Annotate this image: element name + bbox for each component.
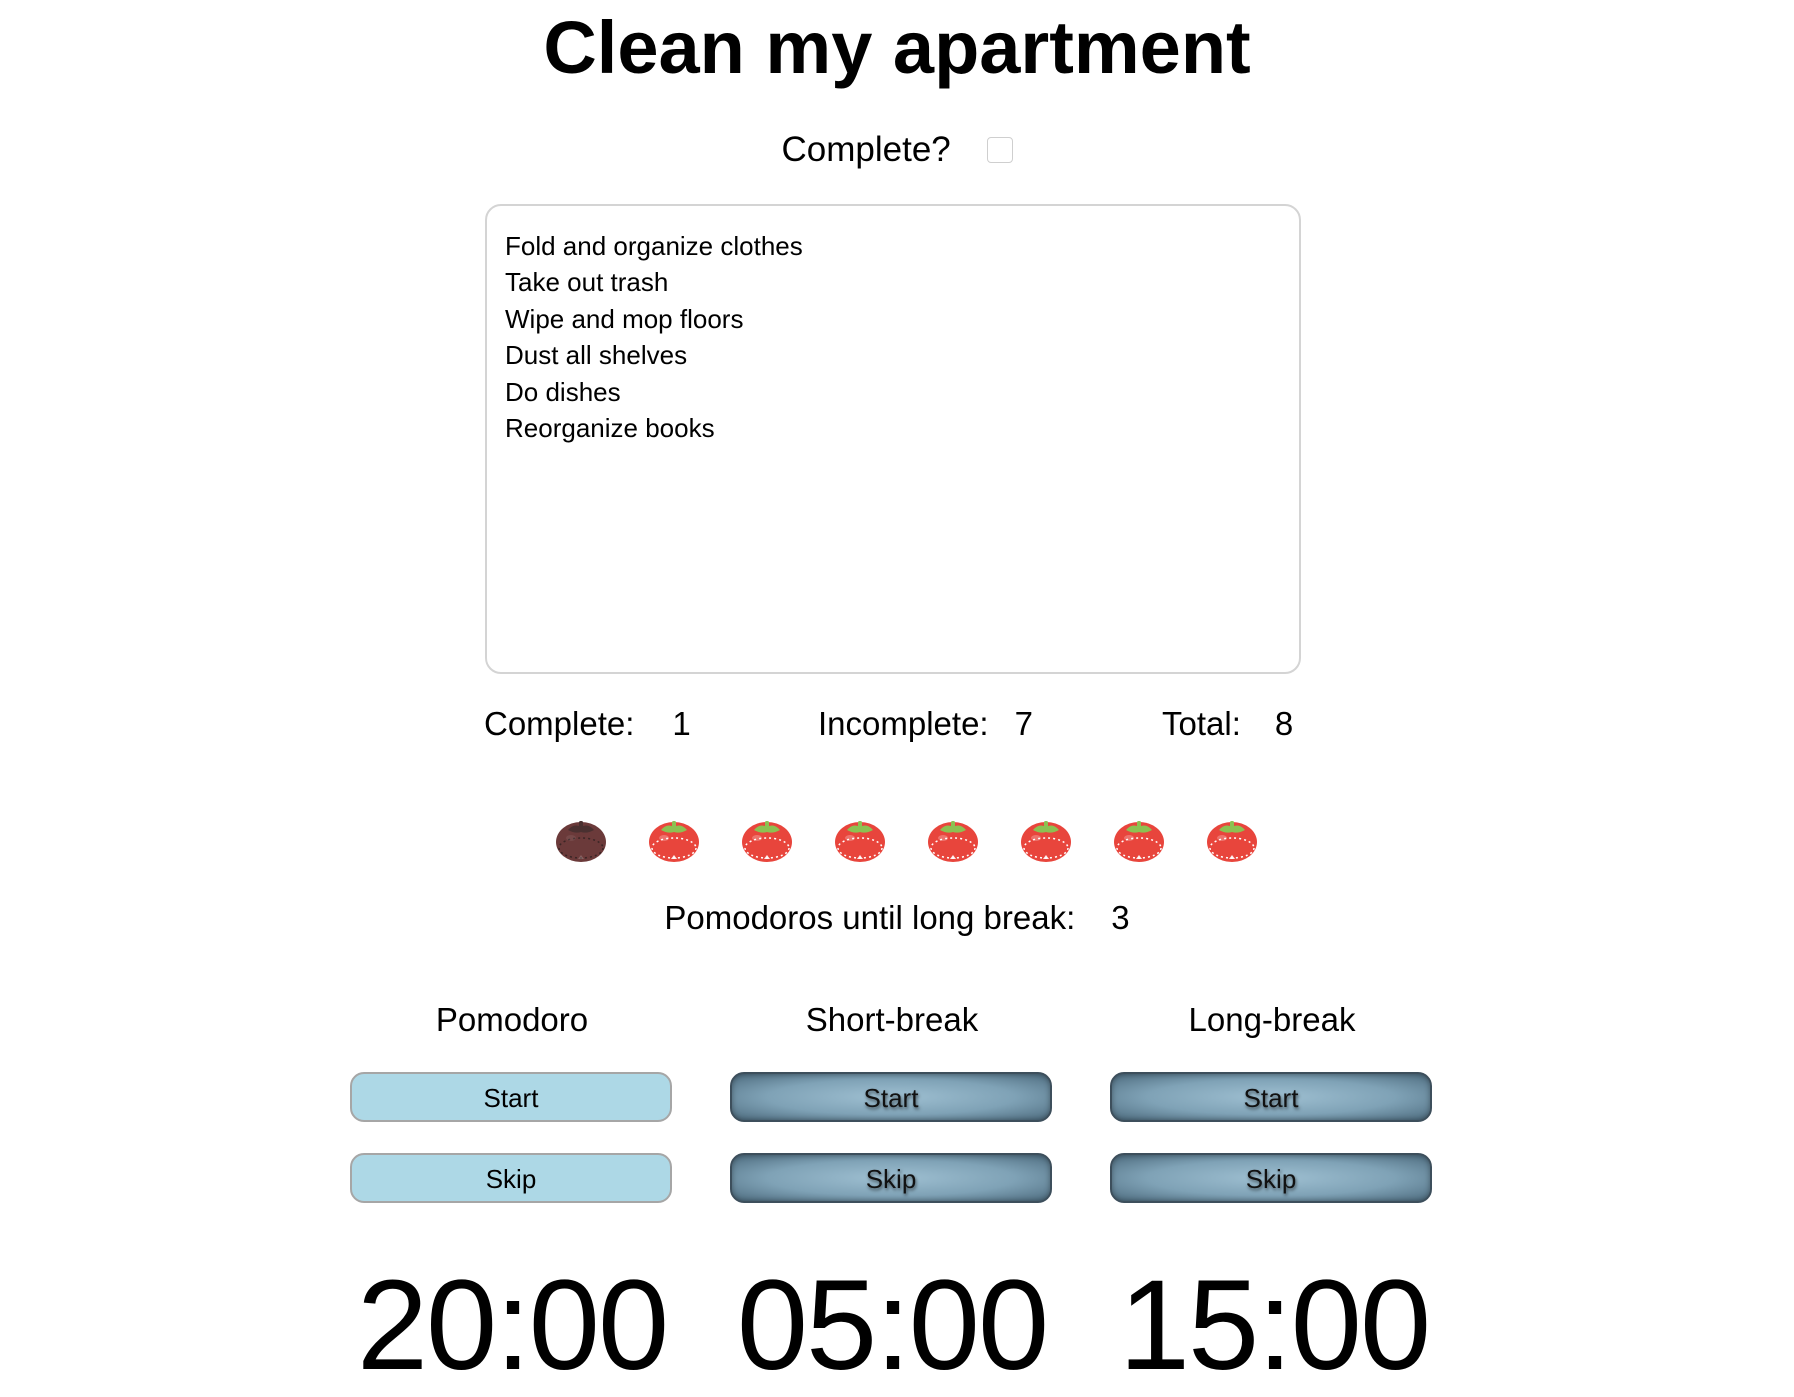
short-break-column: Short-break Start Skip [730,1000,1054,1203]
pomodoro-column: Pomodoro Start Skip [350,1000,674,1203]
stat-complete-value: 1 [672,705,691,742]
tomato-timer-icon [1114,821,1164,862]
pomodoros-until-long-break-label: Pomodoros until long break: [664,899,1076,936]
notes-line: Take out trash [505,267,669,298]
tomato-timer-icon [928,821,978,862]
page-title: Clean my apartment [543,6,1251,89]
long-break-skip-button[interactable]: Skip [1110,1153,1432,1203]
notes-line: Dust all shelves [505,340,688,371]
stat-incomplete: Incomplete: 7 [818,704,1033,744]
notes-line: Fold and organize clothes [505,231,803,261]
stat-total-value: 8 [1274,705,1294,742]
tomato-timer-icon [742,821,792,862]
pomodoro-start-button[interactable]: Start [350,1072,672,1122]
long-break-heading: Long-break [1188,1001,1356,1038]
stat-complete-label: Complete: [484,705,635,742]
pomodoro-skip-button[interactable]: Skip [350,1153,672,1203]
pomodoros-until-long-break-value: 3 [1111,899,1130,936]
long-break-column: Long-break Start Skip [1110,1000,1434,1203]
task-complete-checkbox[interactable] [986,136,1013,163]
short-break-skip-button[interactable]: Skip [730,1153,1052,1203]
tomato-timer-icon [556,821,606,862]
tomato-timer-icon [1021,821,1071,862]
long-break-timer-display: 15:00 [1118,1254,1431,1397]
tomato-timer-icon [1207,821,1257,862]
stat-total-label: Total: [1162,705,1241,742]
short-break-heading: Short-break [805,1001,979,1038]
pomodoro-timer-display: 20:00 [356,1254,669,1397]
tomato-timer-icon [649,821,699,862]
short-break-timer-display: 05:00 [736,1254,1049,1397]
stat-incomplete-value: 7 [1014,705,1033,742]
stat-incomplete-label: Incomplete: [818,705,989,742]
notes-line: Reorganize books [505,413,715,444]
notes-line: Do dishes [505,376,621,407]
short-break-start-button[interactable]: Start [730,1072,1052,1122]
task-complete-label: Complete? [781,129,951,169]
long-break-start-button[interactable]: Start [1110,1072,1432,1122]
tomato-timer-icon [835,821,885,862]
pomodoro-heading: Pomodoro [435,1001,589,1038]
task-complete-row: Complete? [0,126,1794,172]
task-notes-textarea[interactable]: Fold and organize clothes Take out trash… [485,204,1301,674]
stat-total: Total: 8 [1162,704,1293,744]
pomodoro-tracker [0,812,1794,868]
stat-complete: Complete: 1 [484,704,691,744]
pomodoros-until-long-break: Pomodoros until long break: 3 [0,898,1794,938]
notes-line: Wipe and mop floors [505,303,744,334]
